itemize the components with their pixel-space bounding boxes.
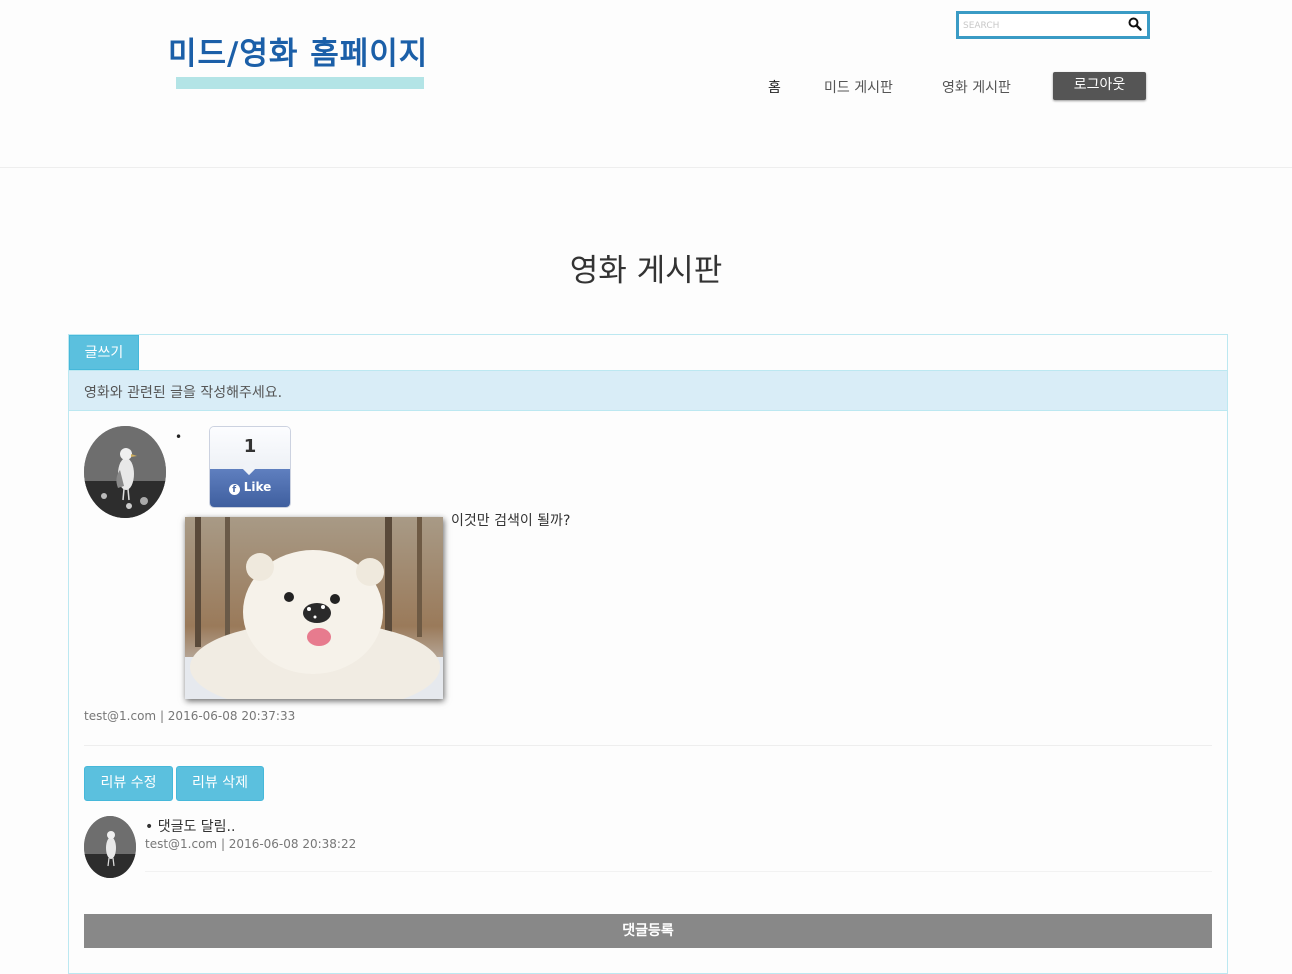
site-logo[interactable]: 미드/영화 홈페이지 — [168, 28, 428, 73]
nav-movie-board[interactable]: 영화 게시판 — [942, 77, 1011, 97]
post-divider — [84, 745, 1212, 746]
board-panel: 글쓰기 영화와 관련된 글을 작성해주세요. • 1 f Like 이것만 검색… — [68, 334, 1228, 974]
logout-button[interactable]: 로그아웃 — [1053, 72, 1146, 100]
comment-author-avatar — [84, 816, 136, 878]
facebook-icon: f — [228, 484, 240, 495]
edit-review-button[interactable]: 리뷰 수정 — [84, 766, 173, 801]
site-header: 미드/영화 홈페이지 홈 미드 게시판 영화 게시판 로그아웃 — [0, 0, 1292, 168]
search-box — [956, 11, 1150, 39]
submit-comment-button[interactable]: 댓글등록 — [84, 914, 1212, 948]
post-bullet: • — [175, 430, 183, 444]
write-tab[interactable]: 글쓰기 — [69, 335, 139, 370]
like-widget[interactable]: 1 f Like — [209, 426, 291, 508]
post-text: 이것만 검색이 될까? — [451, 513, 571, 529]
post-author-avatar — [84, 426, 166, 518]
post-image-polar-bear — [185, 517, 443, 699]
like-button[interactable]: f Like — [210, 469, 290, 507]
comment-text: • 댓글도 달림.. — [145, 819, 236, 835]
nav-drama-board[interactable]: 미드 게시판 — [824, 77, 893, 97]
info-bar: 영화와 관련된 글을 작성해주세요. — [69, 370, 1227, 411]
page-title: 영화 게시판 — [569, 253, 723, 289]
delete-review-button[interactable]: 리뷰 삭제 — [176, 766, 264, 801]
nav-home[interactable]: 홈 — [768, 77, 781, 97]
post-meta: test@1.com | 2016-06-08 20:37:33 — [84, 709, 296, 723]
comment-meta: test@1.com | 2016-06-08 20:38:22 — [145, 837, 357, 851]
main-nav: 홈 미드 게시판 영화 게시판 로그아웃 — [0, 72, 1292, 100]
search-input[interactable] — [963, 17, 1123, 35]
search-icon[interactable] — [1127, 16, 1143, 32]
comment-divider — [145, 871, 1212, 872]
like-label: Like — [243, 480, 272, 494]
comment: • 댓글도 달림.. test@1.com | 2016-06-08 20:38… — [145, 816, 356, 851]
info-text: 영화와 관련된 글을 작성해주세요. — [84, 385, 283, 401]
